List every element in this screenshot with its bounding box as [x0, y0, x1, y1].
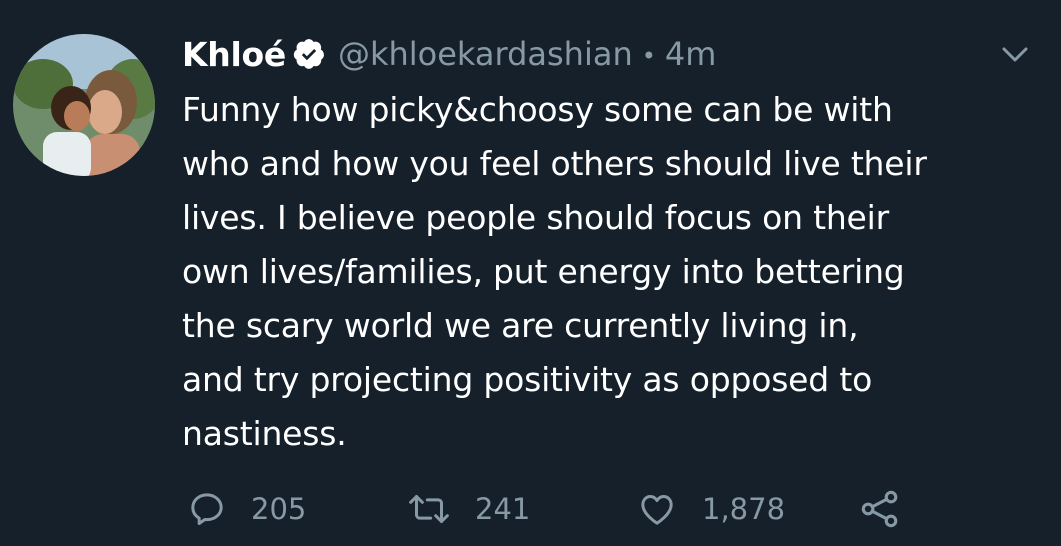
tweet[interactable]: Khloé @khloekardashian • 4m Funny how pi… — [0, 0, 1061, 546]
avatar-image — [13, 34, 155, 176]
separator: • — [641, 42, 656, 70]
reply-icon — [187, 489, 227, 529]
timestamp[interactable]: 4m — [665, 35, 717, 73]
reply-button[interactable]: 205 — [187, 484, 306, 534]
like-count: 1,878 — [702, 492, 786, 526]
share-button[interactable] — [858, 484, 902, 534]
heart-icon — [636, 489, 678, 529]
reply-count: 205 — [251, 492, 307, 526]
tweet-header: Khloé @khloekardashian • 4m — [182, 30, 716, 78]
chevron-down-icon[interactable] — [1000, 43, 1030, 67]
share-icon — [858, 487, 902, 531]
tweet-text: Funny how picky&choosy some can be with … — [182, 90, 927, 453]
retweet-count: 241 — [475, 492, 531, 526]
verified-badge-icon — [292, 37, 326, 71]
like-button[interactable]: 1,878 — [636, 484, 785, 534]
avatar[interactable] — [13, 34, 155, 176]
display-name[interactable]: Khloé — [182, 35, 286, 74]
tweet-actions: 205 241 1,878 — [0, 484, 1061, 534]
retweet-icon — [407, 489, 451, 529]
retweet-button[interactable]: 241 — [407, 484, 530, 534]
user-handle[interactable]: @khloekardashian — [338, 35, 633, 73]
